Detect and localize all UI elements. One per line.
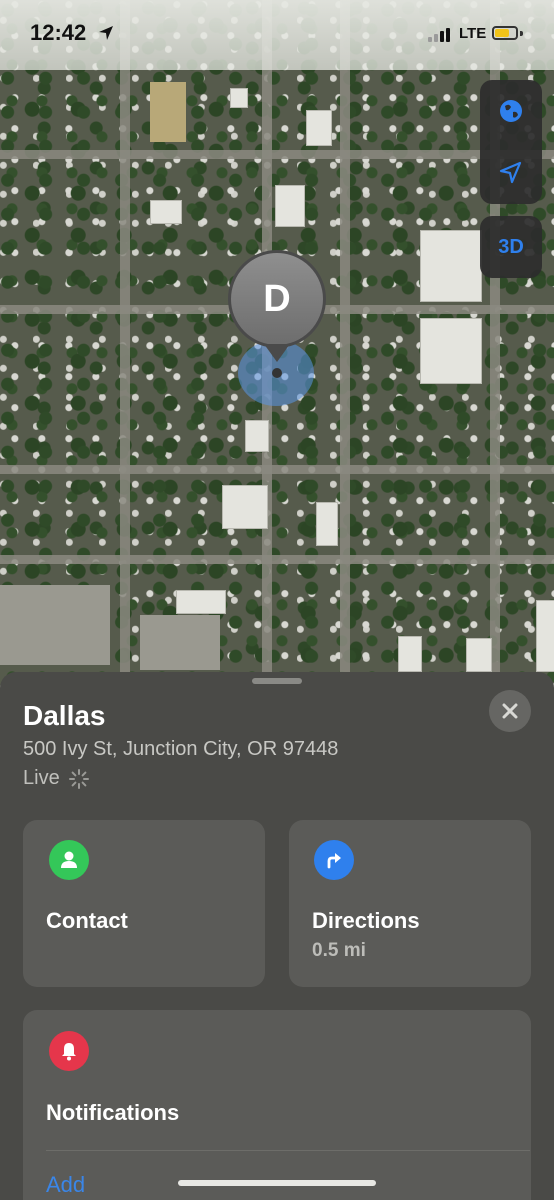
globe-icon (500, 100, 522, 122)
battery-tip (520, 31, 523, 36)
directions-distance: 0.5 mi (312, 940, 366, 961)
map-road (0, 465, 554, 474)
map-building (398, 636, 422, 672)
bell-icon (62, 1043, 76, 1061)
track-location-button[interactable] (480, 142, 542, 204)
map-style-button[interactable] (480, 80, 542, 142)
map-road (120, 0, 130, 690)
person-icon (61, 851, 77, 868)
close-button[interactable] (489, 690, 531, 732)
map-building (466, 638, 492, 672)
battery-icon (492, 26, 518, 40)
notifications-icon (49, 1031, 89, 1071)
map-road (340, 0, 350, 690)
sheet-grabber[interactable] (252, 678, 302, 684)
notifications-label: Notifications (46, 1100, 180, 1125)
map-building (306, 110, 332, 146)
map-building (230, 88, 248, 108)
map-3d-button-wrap: 3D (480, 216, 542, 278)
3d-label: 3D (498, 235, 524, 258)
home-indicator[interactable] (178, 1180, 376, 1186)
location-arrow-icon (99, 26, 113, 40)
map-building (176, 590, 226, 614)
pin-initial: D (263, 277, 291, 320)
map-building (316, 502, 338, 546)
network-type: LTE (459, 25, 487, 42)
map-building (222, 485, 268, 529)
notifications-card: Notifications (23, 1010, 531, 1200)
person-name: Dallas (23, 700, 106, 731)
map-building (245, 420, 269, 452)
person-pin[interactable]: D (228, 250, 326, 348)
contact-label: Contact (46, 908, 128, 933)
status-time: 12:42 (30, 20, 87, 45)
pin-tail (264, 344, 290, 362)
map-building (275, 185, 305, 227)
close-icon (502, 703, 518, 719)
map-parking-lot (140, 615, 220, 670)
map-road (0, 555, 554, 564)
add-notification-button[interactable]: Add (46, 1172, 85, 1198)
turn-right-arrow-icon (327, 853, 341, 869)
notifications-divider (46, 1150, 530, 1151)
person-address: 500 Ivy St, Junction City, OR 97448 (23, 738, 339, 760)
location-dot (272, 368, 282, 378)
map-parking-lot (0, 585, 110, 665)
status-bar: 12:42 LTE (0, 0, 554, 70)
contact-icon (49, 840, 89, 880)
contact-card[interactable]: Contact (23, 820, 265, 987)
map-control-group (480, 80, 542, 204)
map-building (150, 200, 182, 224)
directions-icon (314, 840, 354, 880)
directions-card[interactable]: Directions 0.5 mi (289, 820, 531, 987)
directions-label: Directions (312, 908, 420, 933)
map-building (420, 230, 482, 302)
live-status: Live (23, 767, 90, 790)
loading-spinner-icon (68, 768, 89, 789)
live-label: Live (23, 767, 60, 789)
map-building (420, 318, 482, 384)
map-building (536, 600, 554, 672)
cellular-signal-icon (428, 28, 450, 42)
map-road (0, 150, 554, 159)
location-arrow-outline-icon (499, 161, 522, 184)
battery-level (495, 29, 509, 37)
3d-button[interactable]: 3D (480, 216, 542, 278)
map-field (150, 82, 186, 142)
